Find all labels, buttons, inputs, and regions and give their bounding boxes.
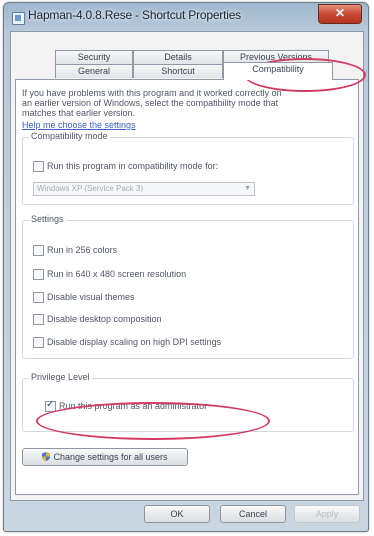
run-as-admin-checkbox[interactable] [45, 399, 56, 412]
cancel-button[interactable]: Cancel [220, 505, 286, 523]
properties-window: Hapman-4.0.8.Rese - Shortcut Properties … [3, 2, 369, 532]
ok-button[interactable]: OK [144, 505, 210, 523]
run-640x480-label: Run in 640 x 480 screen resolution [47, 269, 187, 279]
help-link[interactable]: Help me choose the settings [22, 120, 136, 130]
compatibility-page: If you have problems with this program a… [15, 79, 359, 495]
compatibility-os-select[interactable]: Windows XP (Service Pack 3) ▼ [33, 182, 255, 196]
intro-line-3: matches that earlier version. [22, 108, 136, 118]
disable-desktop-composition-label: Disable desktop composition [47, 314, 162, 324]
compatibility-mode-checkbox[interactable] [33, 161, 44, 172]
disable-dpi-scaling-label: Disable display scaling on high DPI sett… [47, 337, 222, 347]
chevron-down-icon: ▼ [244, 185, 251, 192]
intro-line-1: If you have problems with this program a… [22, 88, 282, 98]
run-as-admin-label: Run this program as an administrator [59, 401, 208, 411]
intro-line-2: an earlier version of Windows, select th… [22, 98, 279, 108]
privilege-level-legend: Privilege Level [29, 372, 92, 382]
run-256-colors-label: Run in 256 colors [47, 245, 118, 255]
title-bar[interactable]: Hapman-4.0.8.Rese - Shortcut Properties … [4, 3, 368, 33]
tab-security[interactable]: Security [55, 50, 133, 64]
change-settings-all-users-button[interactable]: Change settings for all users [22, 448, 188, 466]
change-settings-label: Change settings for all users [53, 452, 168, 462]
compatibility-mode-legend: Compatibility mode [29, 131, 110, 141]
disable-visual-themes-checkbox[interactable] [33, 292, 44, 303]
settings-group: Settings Run in 256 colors Run in 640 x … [22, 214, 354, 359]
compatibility-mode-group: Compatibility mode Run this program in c… [22, 131, 354, 205]
disable-dpi-scaling-checkbox[interactable] [33, 337, 44, 348]
tab-general[interactable]: General [55, 64, 133, 78]
compatibility-mode-label: Run this program in compatibility mode f… [47, 161, 219, 171]
privilege-level-group: Privilege Level Run this program as an a… [22, 372, 354, 432]
run-256-colors-checkbox[interactable] [33, 245, 44, 256]
tab-shortcut[interactable]: Shortcut [133, 64, 223, 78]
close-button[interactable]: ✕ [318, 4, 362, 24]
apply-button[interactable]: Apply [294, 505, 360, 523]
disable-visual-themes-label: Disable visual themes [47, 292, 135, 302]
tab-compatibility[interactable]: Compatibility [223, 62, 333, 80]
settings-legend: Settings [29, 214, 66, 224]
dialog-body: Security Details Previous Versions Gener… [10, 31, 364, 501]
run-640x480-checkbox[interactable] [33, 269, 44, 280]
shortcut-icon [12, 12, 25, 25]
disable-desktop-composition-checkbox[interactable] [33, 314, 44, 325]
tab-details[interactable]: Details [133, 50, 223, 64]
window-title: Hapman-4.0.8.Rese - Shortcut Properties [28, 8, 241, 22]
compatibility-os-value: Windows XP (Service Pack 3) [37, 184, 144, 193]
uac-shield-icon [42, 452, 51, 461]
